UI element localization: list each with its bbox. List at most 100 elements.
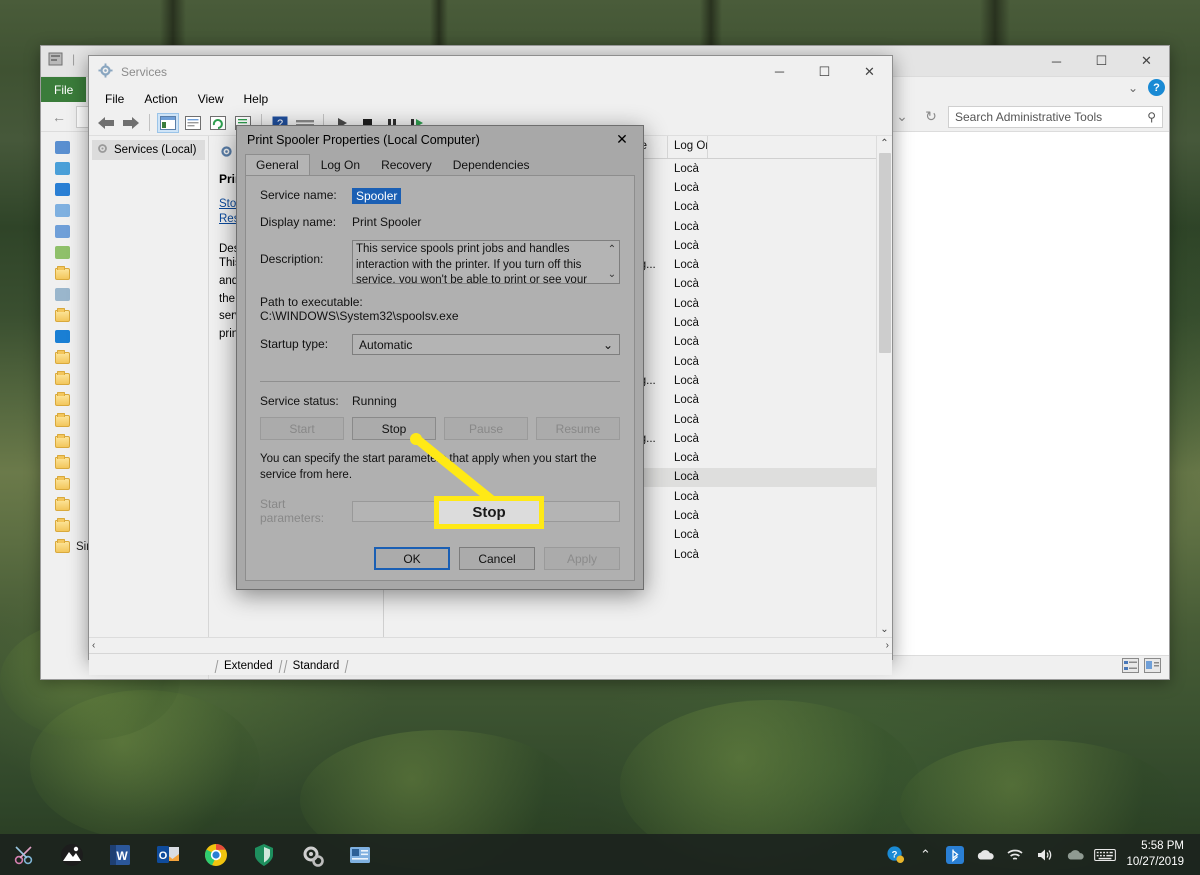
ok-button[interactable]: OK — [374, 547, 450, 570]
services-menubar[interactable]: File Action View Help — [89, 87, 892, 110]
services-window-icon — [98, 62, 113, 81]
ribbon-tab-file[interactable]: File — [41, 77, 87, 102]
help-icon[interactable]: ? — [1148, 79, 1165, 96]
music-icon — [55, 246, 70, 259]
startup-type-select[interactable]: Automatic ⌄ — [352, 334, 620, 355]
menu-view[interactable]: View — [189, 89, 233, 109]
services-titlebar[interactable]: Services ─ ☐ ✕ — [89, 56, 892, 87]
show-hidden-icons-chevron[interactable]: ⌃ — [910, 834, 940, 875]
list-vertical-scrollbar[interactable]: ⌃ ⌄ — [876, 136, 892, 637]
dialog-tab-log-on[interactable]: Log On — [310, 155, 371, 175]
forward-arrow-icon[interactable] — [120, 113, 142, 133]
ribbon-right-controls[interactable]: ⌄ ? — [1128, 79, 1165, 96]
stop-service-button[interactable]: Stop — [352, 417, 436, 440]
service-name-label: Service name: — [260, 188, 337, 202]
description-textarea[interactable]: This service spools print jobs and handl… — [352, 240, 620, 284]
cell-logon: Locà — [674, 259, 699, 272]
view-tab-extended[interactable]: Extended — [214, 658, 283, 675]
word-icon[interactable]: W — [96, 834, 144, 875]
apply-button: Apply — [544, 547, 620, 570]
show-hide-tree-icon[interactable] — [157, 112, 179, 133]
svg-text:O: O — [159, 850, 168, 862]
description-scroll-down-icon[interactable]: ⌄ — [608, 268, 616, 282]
cell-logon: Locà — [674, 548, 699, 561]
back-button[interactable]: ← — [47, 105, 71, 129]
contacts-icon[interactable] — [336, 834, 384, 875]
cell-logon: Locà — [674, 529, 699, 542]
photo-viewer-icon[interactable] — [48, 834, 96, 875]
dialog-tabs[interactable]: General Log On Recovery Dependencies — [237, 153, 643, 175]
taskbar[interactable]: W O ? ⌃ 5:58 PM 10/27/2019 — [0, 834, 1200, 875]
description-label: Description: — [260, 252, 324, 266]
clock-date: 10/27/2019 — [1126, 855, 1184, 868]
wifi-icon[interactable] — [1000, 834, 1030, 875]
large-icons-view-button[interactable] — [1144, 658, 1161, 676]
address-dropdown-chevron-icon[interactable]: ⌄ — [890, 105, 914, 129]
scroll-right-arrow-icon[interactable]: › — [886, 640, 889, 651]
menu-action[interactable]: Action — [135, 89, 186, 109]
service-control-buttons[interactable]: Start Stop Pause Resume — [260, 417, 620, 440]
folder-icon — [55, 391, 70, 406]
services-gear-icon[interactable] — [288, 834, 336, 875]
cloud-icon[interactable] — [1060, 834, 1090, 875]
resume-service-button: Resume — [536, 417, 620, 440]
explorer-maximize-button[interactable]: ☐ — [1079, 46, 1124, 76]
dialog-tab-general[interactable]: General — [245, 154, 310, 175]
dialog-titlebar[interactable]: Print Spooler Properties (Local Computer… — [237, 126, 643, 153]
cancel-button[interactable]: Cancel — [459, 547, 535, 570]
service-name-row: Service name: Spooler — [260, 188, 620, 204]
display-name-row: Display name: Print Spooler — [260, 215, 620, 229]
properties-icon[interactable] — [182, 113, 204, 133]
services-minimize-button[interactable]: ─ — [757, 57, 802, 87]
taskbar-app-icons[interactable]: W O — [0, 834, 384, 875]
refresh-icon[interactable] — [207, 113, 229, 133]
menu-file[interactable]: File — [96, 89, 133, 109]
services-maximize-button[interactable]: ☐ — [802, 57, 847, 87]
services-tree-pane[interactable]: Services (Local) — [89, 136, 209, 637]
scroll-down-arrow-icon[interactable]: ⌄ — [880, 622, 888, 637]
bluetooth-icon[interactable] — [940, 834, 970, 875]
system-tray[interactable]: ? ⌃ 5:58 PM 10/27/2019 — [880, 834, 1200, 875]
dialog-title: Print Spooler Properties (Local Computer… — [247, 132, 480, 147]
help-icon[interactable]: ? — [880, 834, 910, 875]
folder-icon — [55, 265, 70, 280]
tree-node-services-local[interactable]: Services (Local) — [92, 140, 205, 160]
view-buttons[interactable] — [1122, 658, 1161, 676]
explorer-close-button[interactable]: ✕ — [1124, 46, 1169, 76]
cell-logon: Locà — [674, 413, 699, 426]
snip-sketch-icon[interactable] — [0, 834, 48, 875]
dialog-tab-dependencies[interactable]: Dependencies — [442, 155, 540, 175]
explorer-minimize-button[interactable]: ─ — [1034, 46, 1079, 76]
details-view-button[interactable] — [1122, 658, 1139, 676]
outlook-icon[interactable]: O — [144, 834, 192, 875]
annotation-label: Stop — [472, 504, 506, 521]
scroll-up-arrow-icon[interactable]: ⌃ — [880, 136, 888, 151]
sync-icon — [55, 288, 70, 301]
volume-icon[interactable] — [1030, 834, 1060, 875]
dialog-footer-buttons[interactable]: OK Cancel Apply — [246, 547, 634, 570]
services-view-tabs[interactable]: Extended Standard — [89, 653, 892, 675]
service-name-value: Spooler — [352, 188, 402, 204]
startup-type-value: Automatic — [359, 337, 413, 352]
refresh-button[interactable]: ↻ — [919, 105, 943, 129]
description-scrollbar[interactable]: ⌃ ⌄ — [605, 241, 619, 283]
dialog-tab-recovery[interactable]: Recovery — [371, 155, 442, 175]
chrome-icon[interactable] — [192, 834, 240, 875]
search-input[interactable]: Search Administrative Tools ⚲ — [948, 105, 1163, 128]
back-arrow-icon[interactable] — [95, 113, 117, 133]
onedrive-icon[interactable] — [970, 834, 1000, 875]
quick-access-toolbar[interactable]: | — [47, 50, 75, 68]
view-tab-standard[interactable]: Standard — [283, 658, 350, 675]
menu-help[interactable]: Help — [235, 89, 278, 109]
services-close-button[interactable]: ✕ — [847, 57, 892, 87]
scroll-left-arrow-icon[interactable]: ‹ — [92, 640, 95, 651]
taskbar-clock[interactable]: 5:58 PM 10/27/2019 — [1120, 839, 1194, 870]
list-horizontal-scrollbar[interactable]: ‹ › — [89, 637, 892, 653]
keyboard-icon[interactable] — [1090, 834, 1120, 875]
shield-icon[interactable] — [240, 834, 288, 875]
ribbon-expand-chevron-icon[interactable]: ⌄ — [1128, 81, 1138, 95]
column-header[interactable]: Log On As — [668, 136, 708, 158]
dialog-close-button[interactable]: ✕ — [601, 126, 643, 153]
description-scroll-up-icon[interactable]: ⌃ — [608, 243, 616, 257]
scrollbar-thumb[interactable] — [878, 153, 891, 353]
